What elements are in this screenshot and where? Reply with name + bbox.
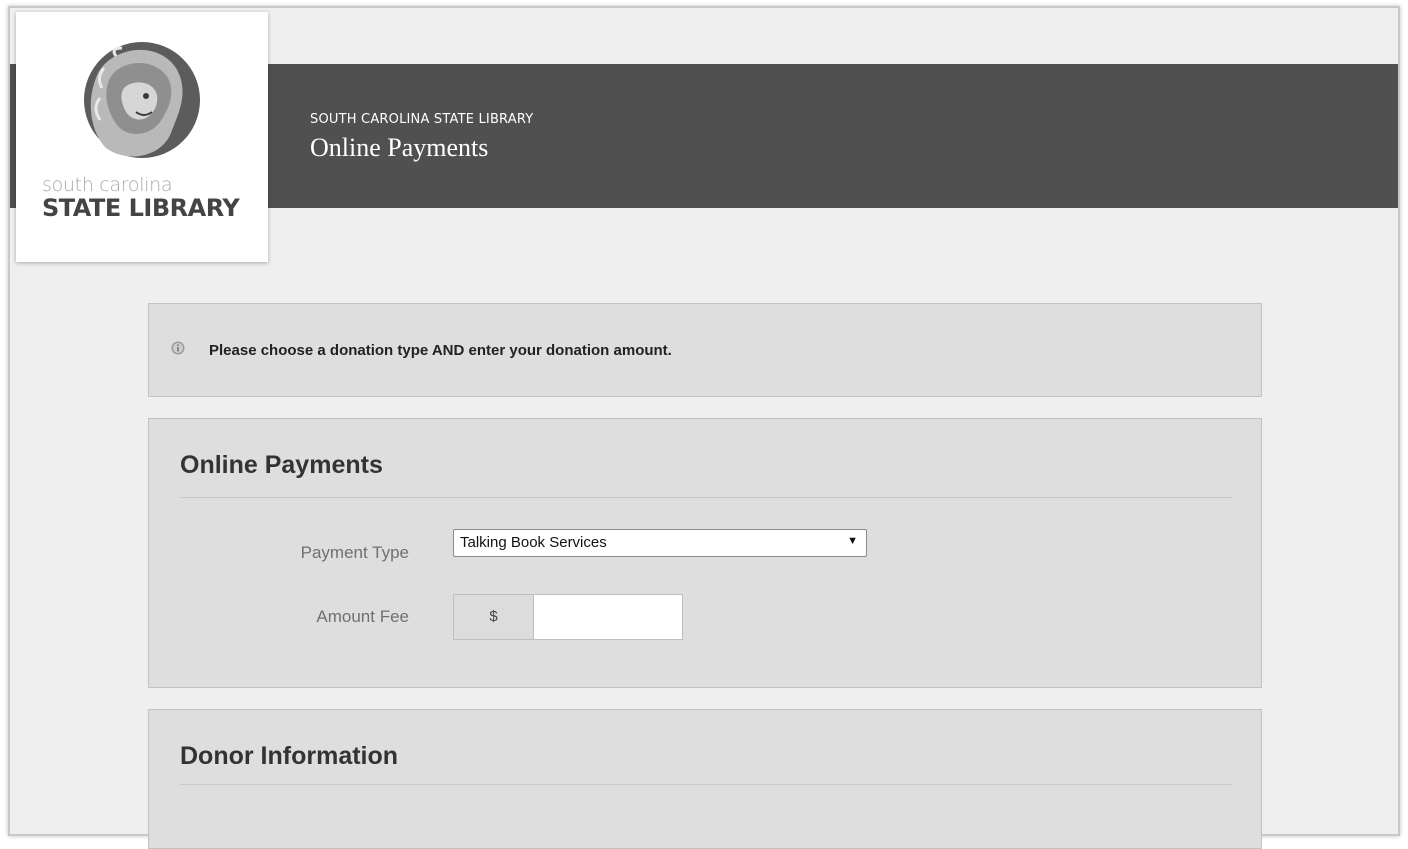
info-icon [171,341,185,355]
donor-information-heading: Donor Information [180,742,399,770]
logo-text-south-carolina: south carolina [42,174,173,196]
payment-type-label: Payment Type [300,543,409,562]
page-title: Online Payments [310,133,489,162]
section-divider [180,784,1232,785]
amount-fee-label: Amount Fee [316,607,409,626]
chevron-down-icon: ▼ [847,535,858,547]
notice-text: Please choose a donation type AND enter … [209,342,672,359]
header-text-group: SOUTH CAROLINA STATE LIBRARY Online Paym… [310,112,533,163]
notice-panel: Please choose a donation type AND enter … [148,303,1262,397]
section-divider [180,497,1232,498]
browser-viewport: SOUTH CAROLINA STATE LIBRARY Online Paym… [8,6,1400,849]
payment-type-selected-value: Talking Book Services [460,534,607,551]
donor-information-panel: Donor Information [148,709,1262,849]
amount-fee-input[interactable] [533,594,683,640]
site-logo[interactable]: south carolina STATE LIBRARY [16,12,268,262]
currency-addon: $ [453,594,533,640]
header-org-name: SOUTH CAROLINA STATE LIBRARY [310,112,534,127]
lion-emblem-icon [84,42,200,158]
logo-text-state-library: STATE LIBRARY [42,194,240,222]
payment-type-select[interactable]: Talking Book Services ▼ [453,529,867,557]
online-payments-heading: Online Payments [180,451,383,479]
online-payments-panel: Online Payments Payment Type Talking Boo… [148,418,1262,688]
